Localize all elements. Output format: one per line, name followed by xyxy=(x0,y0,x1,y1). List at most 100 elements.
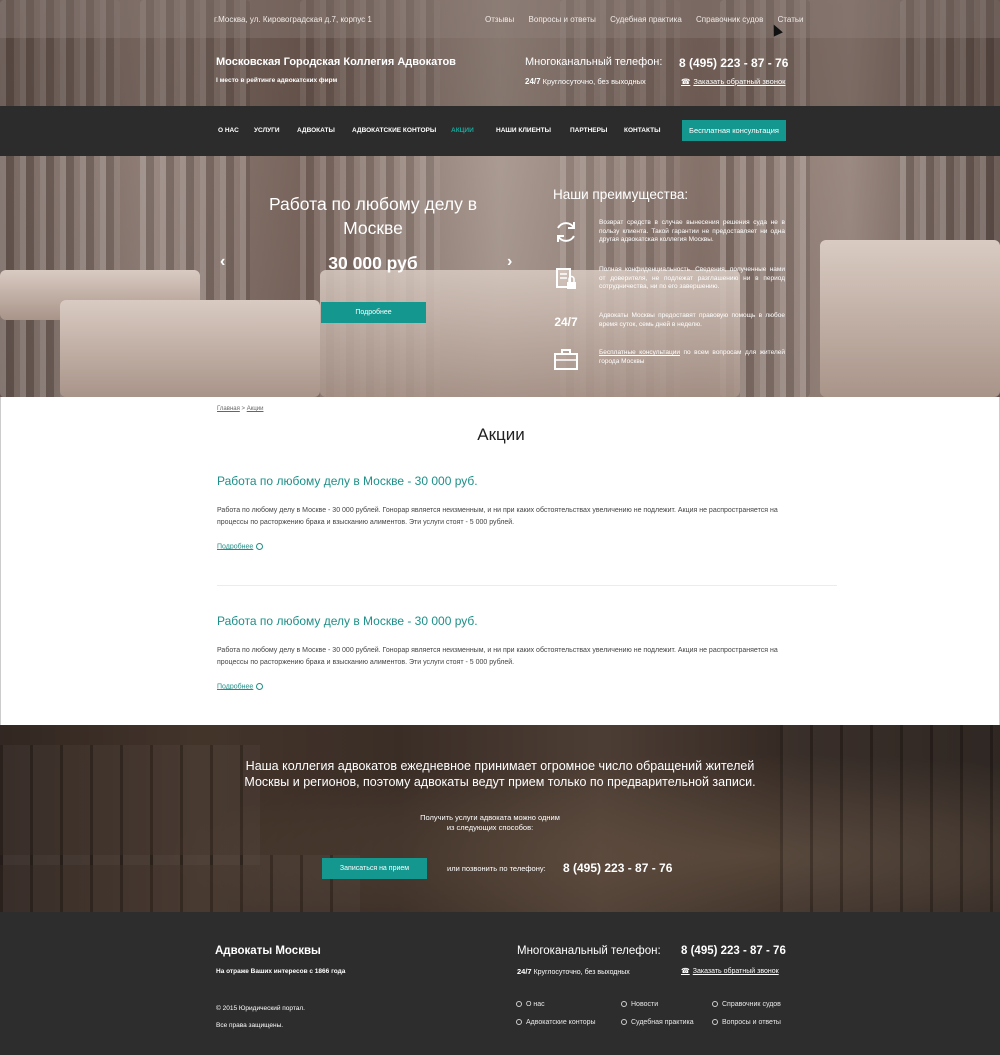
mouse-cursor-icon xyxy=(769,22,783,37)
footer-link-label: Вопросы и ответы xyxy=(722,1019,781,1026)
main-nav: О нас Услуги Адвокаты Адвокатские контор… xyxy=(0,106,1000,156)
header: Московская Городская Коллегия Адвокатов … xyxy=(0,38,1000,106)
circle-arrow-icon xyxy=(621,1019,627,1026)
ways-text-line: Получить услуги адвоката можно одним xyxy=(420,813,560,822)
breadcrumb-home[interactable]: Главная xyxy=(217,406,240,412)
phone-icon: ☎ xyxy=(681,968,690,975)
promo-item: Работа по любому делу в Москве - 30 000 … xyxy=(217,474,787,550)
nav-partners[interactable]: Партнеры xyxy=(570,127,607,134)
refresh-icon xyxy=(552,219,580,247)
top-links: Отзывы Вопросы и ответы Судебная практик… xyxy=(485,15,816,24)
footer-phone-number[interactable]: 8 (495) 223 - 87 - 76 xyxy=(681,945,786,957)
circle-arrow-icon xyxy=(712,1019,718,1026)
circle-arrow-icon xyxy=(256,543,264,550)
advantage-text: Бесплатные консультации по всем вопросам… xyxy=(599,349,785,366)
nav-promotions[interactable]: Акции xyxy=(451,127,474,134)
advantage-text: Возврат средств в случае вынесения решен… xyxy=(599,219,785,243)
footer-link-label: Новости xyxy=(631,1001,659,1008)
nav-about[interactable]: О нас xyxy=(218,127,239,134)
banner-price: 30 000 руб xyxy=(328,253,418,273)
footer-link-faq[interactable]: Вопросы и ответы xyxy=(712,1019,781,1026)
breadcrumb: Главная > Акции xyxy=(217,406,263,412)
footer: Адвокаты Москвы На отраже Ваших интересо… xyxy=(0,912,1000,1055)
promo-text: Работа по любому делу в Москве - 30 000 … xyxy=(217,647,778,666)
promo-more-label: Подробнее xyxy=(217,683,254,691)
footer-hours: 24/7 Круглосуточно, без выходных xyxy=(517,967,630,976)
banner-message: Наша коллегия адвокатов ежедневное прини… xyxy=(0,758,1000,790)
top-link-faq[interactable]: Вопросы и ответы xyxy=(529,15,596,24)
banner-message-line: Наша коллегия адвокатов ежедневное прини… xyxy=(245,759,755,773)
promo-more-label: Подробнее xyxy=(217,543,254,551)
footer-link-about[interactable]: О нас xyxy=(516,1001,545,1008)
ways-text: Получить услуги адвоката можно одним из … xyxy=(390,813,590,833)
divider xyxy=(217,585,837,586)
footer-link-court-practice[interactable]: Судебная практика xyxy=(621,1019,694,1026)
promo-title[interactable]: Работа по любому делу в Москве - 30 000 … xyxy=(217,474,787,488)
circle-arrow-icon xyxy=(712,1001,718,1008)
rights: Все права защищены. xyxy=(216,1022,284,1029)
circle-arrow-icon xyxy=(621,1001,627,1008)
phone-number[interactable]: 8 (495) 223 - 87 - 76 xyxy=(679,56,788,70)
circle-arrow-icon xyxy=(256,683,264,690)
address: г.Москва, ул. Кировоградская д.7, корпус… xyxy=(214,15,372,24)
footer-link-label: Справочник судов xyxy=(722,1001,781,1008)
footer-hours-text: Круглосуточно, без выходных xyxy=(533,969,630,976)
free-consultations-link[interactable]: Бесплатные консультации xyxy=(599,349,680,356)
promo-title[interactable]: Работа по любому делу в Москве - 30 000 … xyxy=(217,614,787,628)
footer-tagline: На отраже Ваших интересов с 1866 года xyxy=(216,968,346,975)
top-bar: г.Москва, ул. Кировоградская д.7, корпус… xyxy=(0,0,1000,38)
promo-more-link[interactable]: Подробнее xyxy=(217,543,264,551)
phone-icon: ☎ xyxy=(681,77,691,86)
footer-link-law-offices[interactable]: Адвокатские конторы xyxy=(516,1019,596,1026)
hours-text: Круглосуточно, без выходных xyxy=(542,77,646,86)
footer-phone-label: Многоканальный телефон: xyxy=(517,945,661,957)
nav-contacts[interactable]: Контакты xyxy=(624,127,660,134)
nav-our-clients[interactable]: Наши клиенты xyxy=(496,127,551,134)
callback-link[interactable]: ☎ Заказать обратный звонок xyxy=(681,77,785,86)
callback-label: Заказать обратный звонок xyxy=(693,77,786,86)
free-consultation-button[interactable]: Бесплатная консультация xyxy=(682,120,786,141)
footer-link-news[interactable]: Новости xyxy=(621,1001,658,1008)
appointment-banner: Наша коллегия адвокатов ежедневное прини… xyxy=(0,725,1000,912)
banner-title: Работа по любому делу в Москве xyxy=(268,194,478,238)
top-link-court-practice[interactable]: Судебная практика xyxy=(610,15,682,24)
circle-arrow-icon xyxy=(516,1001,522,1008)
promo-more-link[interactable]: Подробнее xyxy=(217,683,264,691)
column-base xyxy=(820,240,1000,397)
advantage-text: Полная конфиденциальность. Сведения, пол… xyxy=(599,266,785,290)
circle-arrow-icon xyxy=(516,1019,522,1026)
top-link-reviews[interactable]: Отзывы xyxy=(485,15,514,24)
advantage-text: Адвокаты Москвы предоставят правовую пом… xyxy=(599,312,785,328)
hours-bold: 24/7 xyxy=(525,77,541,86)
site-tagline: I место в рейтинге адвокатских фирм xyxy=(216,77,338,84)
hours: 24/7 Круглосуточно, без выходных xyxy=(525,77,646,86)
document-lock-icon xyxy=(552,266,580,294)
banner-phone-number[interactable]: 8 (495) 223 - 87 - 76 xyxy=(563,861,672,875)
nav-lawyers[interactable]: Адвокаты xyxy=(297,127,335,134)
nav-law-offices[interactable]: Адвокатские конторы xyxy=(352,127,436,134)
copyright: © 2015 Юридический портал. xyxy=(216,1005,305,1012)
breadcrumb-current[interactable]: Акции xyxy=(247,406,264,412)
footer-link-label: Судебная практика xyxy=(631,1019,694,1026)
footer-hours-bold: 24/7 xyxy=(517,967,532,976)
chevron-left-icon[interactable]: ‹ xyxy=(220,253,225,271)
chevron-right-icon[interactable]: › xyxy=(507,253,512,271)
top-link-courts-directory[interactable]: Справочник судов xyxy=(696,15,763,24)
footer-callback-link[interactable]: ☎ Заказать обратный звонок xyxy=(681,967,779,975)
banner-more-button[interactable]: Подробнее xyxy=(321,302,426,323)
page-title: Акции xyxy=(477,425,525,444)
footer-callback-label: Заказать обратный звонок xyxy=(692,968,779,975)
briefcase-icon xyxy=(552,349,580,377)
promo-text: Работа по любому делу в Москве - 30 000 … xyxy=(217,507,778,526)
top-link-articles[interactable]: Статьи xyxy=(778,15,804,24)
or-call-label: или позвонить по телефону: xyxy=(447,864,546,873)
footer-link-courts-directory[interactable]: Справочник судов xyxy=(712,1001,781,1008)
nav-services[interactable]: Услуги xyxy=(254,127,280,134)
signup-button[interactable]: Записаться на прием xyxy=(322,858,427,879)
breadcrumb-separator: > xyxy=(241,406,246,412)
column-base xyxy=(60,300,320,397)
footer-title: Адвокаты Москвы xyxy=(215,945,321,957)
phone-label: Многоканальный телефон: xyxy=(525,56,663,68)
main-content: Главная > Акции Акции Работа по любому д… xyxy=(0,397,1000,725)
site-title[interactable]: Московская Городская Коллегия Адвокатов xyxy=(216,56,456,68)
